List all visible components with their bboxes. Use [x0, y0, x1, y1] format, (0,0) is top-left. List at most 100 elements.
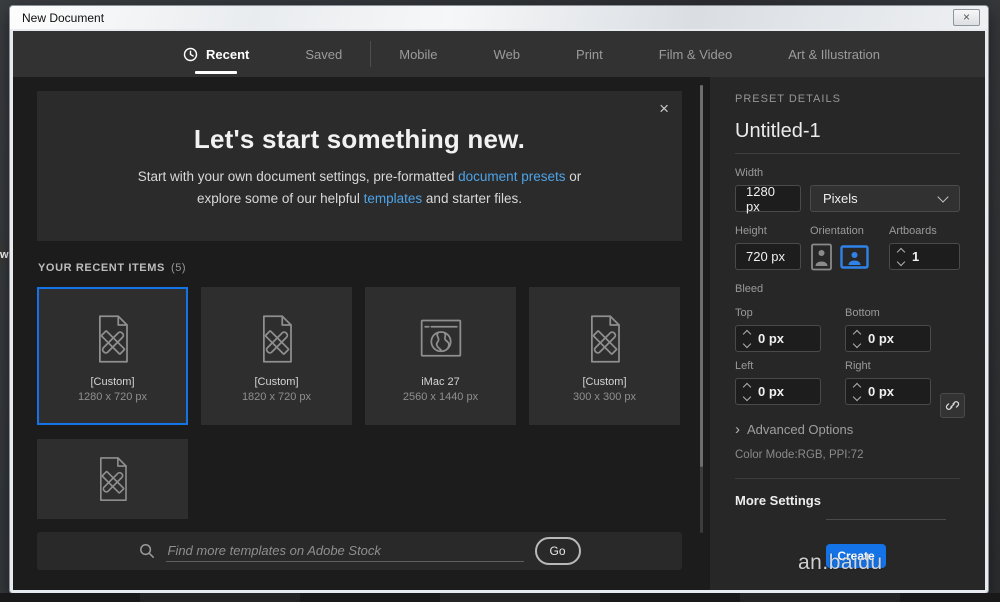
chevron-up-icon[interactable] — [852, 382, 862, 391]
bleed-top-value[interactable]: 0 px — [758, 331, 784, 346]
stock-search-input[interactable] — [165, 540, 524, 562]
bleed-right-stepper[interactable]: 0 px — [845, 378, 931, 405]
banner-close-icon[interactable]: × — [659, 99, 669, 119]
artboards-label: Artboards — [889, 225, 937, 237]
bleed-bottom-value[interactable]: 0 px — [868, 331, 894, 346]
recent-item-card[interactable]: [Custom] 1820 x 720 px — [201, 287, 352, 425]
dialog-titlebar[interactable]: New Document × — [10, 6, 988, 29]
units-value: Pixels — [823, 191, 858, 206]
chevron-up-icon[interactable] — [896, 247, 906, 256]
banner-body: Start with your own document settings, p… — [121, 166, 599, 210]
create-button[interactable]: Create — [826, 544, 886, 568]
preset-details-heading: PRESET DETAILS — [735, 93, 841, 105]
recent-items-count: (5) — [170, 262, 187, 274]
document-icon — [98, 314, 128, 363]
portrait-orientation-icon — [811, 243, 832, 270]
welcome-banner: × Let's start something new. Start with … — [37, 91, 682, 241]
chevron-up-icon[interactable] — [742, 329, 752, 338]
chevron-down-icon[interactable] — [896, 257, 906, 266]
recent-item-card[interactable]: [Custom] 300 x 300 px — [529, 287, 680, 425]
recent-item-card-partial[interactable] — [37, 439, 188, 519]
web-browser-icon — [420, 319, 461, 357]
recent-item-card[interactable]: [Custom] 1280 x 720 px — [37, 287, 188, 425]
bleed-left-stepper[interactable]: 0 px — [735, 378, 821, 405]
panel-divider — [735, 478, 960, 479]
recent-items-heading: YOUR RECENT ITEMS (5) — [38, 262, 186, 274]
tab-label: Saved — [305, 46, 343, 62]
tab-film-video[interactable]: Film & Video — [631, 31, 760, 77]
document-presets-link[interactable]: document presets — [458, 169, 565, 184]
recent-item-name: iMac 27 — [421, 375, 460, 388]
tab-art-illustration[interactable]: Art & Illustration — [760, 31, 908, 77]
document-icon — [99, 457, 127, 501]
chevron-down-icon[interactable] — [852, 392, 862, 401]
tab-label: Mobile — [399, 46, 438, 62]
background-partial-label: w — [0, 246, 10, 265]
orientation-portrait-button[interactable] — [810, 243, 833, 271]
recent-item-name: [Custom] — [582, 375, 627, 388]
more-settings-button[interactable]: More Settings — [735, 493, 960, 508]
width-input[interactable]: 1280 px — [735, 184, 801, 214]
bleed-right-value[interactable]: 0 px — [868, 384, 894, 399]
bleed-label: Bleed — [735, 283, 764, 295]
width-label: Width — [735, 167, 764, 179]
document-icon — [262, 314, 292, 363]
go-button[interactable]: Go — [534, 537, 581, 565]
height-label: Height — [735, 225, 767, 237]
bleed-right-label: Right — [845, 360, 871, 372]
banner-text: Start with your own document settings, p… — [137, 169, 459, 184]
orientation-landscape-button[interactable] — [840, 243, 869, 271]
tab-label: Recent — [206, 46, 250, 62]
recent-item-size: 1280 x 720 px — [77, 390, 148, 403]
search-icon — [139, 544, 154, 558]
bleed-left-label: Left — [735, 360, 754, 372]
tab-label: Art & Illustration — [788, 46, 880, 62]
preset-details-panel: PRESET DETAILS Untitled-1 Width 1280 px … — [710, 77, 985, 590]
bleed-top-label: Top — [735, 307, 753, 319]
chevron-up-icon[interactable] — [852, 329, 862, 338]
advanced-options-toggle[interactable]: › Advanced Options — [735, 422, 960, 438]
chevron-down-icon[interactable] — [742, 339, 752, 348]
tab-print[interactable]: Print — [548, 31, 631, 77]
category-tabbar: Recent Saved Mobile Web Print Film & Vid… — [13, 31, 985, 77]
dialog-title: New Document — [22, 10, 105, 25]
artboards-stepper[interactable]: 1 — [889, 243, 960, 270]
dialog-body: Recent Saved Mobile Web Print Film & Vid… — [13, 31, 985, 590]
scrollbar[interactable] — [700, 85, 703, 533]
desktop-background: w New Document × Recent Saved Mobile Web… — [0, 0, 1000, 602]
bleed-left-value[interactable]: 0 px — [758, 384, 784, 399]
artboards-value[interactable]: 1 — [912, 249, 919, 264]
clock-icon — [183, 47, 198, 61]
recent-items-grid: [Custom] 1280 x 720 px [Custom] 1820 x 7… — [37, 287, 680, 425]
height-input[interactable]: 720 px — [735, 243, 801, 270]
tab-web[interactable]: Web — [466, 31, 549, 77]
recent-item-size: 2560 x 1440 px — [402, 390, 479, 403]
tab-label: Web — [493, 46, 521, 62]
new-document-dialog: New Document × Recent Saved Mobile Web P… — [10, 6, 988, 593]
recent-item-card[interactable]: iMac 27 2560 x 1440 px — [365, 287, 516, 425]
chevron-down-icon[interactable] — [742, 392, 752, 401]
window-close-button[interactable]: × — [953, 9, 980, 26]
bleed-top-stepper[interactable]: 0 px — [735, 325, 821, 352]
document-icon — [590, 314, 620, 363]
templates-link[interactable]: templates — [364, 191, 423, 206]
document-name-field[interactable]: Untitled-1 — [735, 120, 960, 154]
chevron-up-icon[interactable] — [742, 382, 752, 391]
bleed-link-toggle[interactable] — [940, 393, 965, 418]
recent-item-name: [Custom] — [254, 375, 299, 388]
recent-item-size: 1820 x 720 px — [241, 390, 312, 403]
tab-label: Film & Video — [658, 46, 733, 62]
tab-saved[interactable]: Saved — [277, 31, 370, 77]
scrollbar-thumb[interactable] — [700, 85, 703, 467]
adobe-stock-searchbar: Go — [37, 532, 682, 570]
tab-recent[interactable]: Recent — [155, 31, 277, 77]
bleed-bottom-stepper[interactable]: 0 px — [845, 325, 931, 352]
units-dropdown[interactable]: Pixels — [810, 185, 960, 212]
tab-mobile[interactable]: Mobile — [371, 31, 465, 77]
main-content: × Let's start something new. Start with … — [13, 77, 710, 590]
chevron-down-icon[interactable] — [852, 339, 862, 348]
chevron-down-icon — [937, 190, 949, 203]
banner-title: Let's start something new. — [193, 124, 526, 154]
recent-item-size: 300 x 300 px — [573, 390, 636, 403]
panel-faint-divider — [826, 519, 946, 520]
